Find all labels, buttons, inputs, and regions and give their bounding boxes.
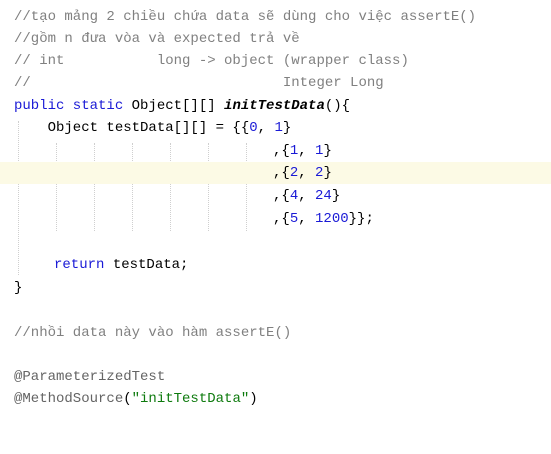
code-editor[interactable]: //tạo mảng 2 chiều chứa data sẽ dùng cho… <box>0 0 551 410</box>
comment: // Integer Long <box>14 75 384 91</box>
paren-close: ) <box>249 391 258 407</box>
method-signature: public static Object[][] initTestData(){ <box>14 95 350 117</box>
string-literal: "initTestData" <box>131 391 250 407</box>
code-line[interactable]: @MethodSource("initTestData") <box>0 388 551 410</box>
code-line[interactable]: //gồm n đưa vòa và expected trả về <box>0 28 551 50</box>
row-close: } <box>282 120 292 136</box>
array-declaration: Object testData[][] = {{0, 1} <box>14 117 292 139</box>
code-line[interactable]: // int long -> object (wrapper class) <box>0 50 551 72</box>
annotation-parameterized-test: @ParameterizedTest <box>14 369 166 385</box>
code-line[interactable]: ,{5, 1200}}; <box>0 208 551 230</box>
array-row: ,{5, 1200}}; <box>273 208 374 230</box>
number-literal: 24 <box>315 188 332 204</box>
closing-brace: } <box>14 280 23 296</box>
array-close: }}; <box>348 211 374 227</box>
annotation-method-source: @MethodSource("initTestData") <box>14 388 258 410</box>
number-literal: 4 <box>289 188 299 204</box>
row-close: } <box>323 165 332 181</box>
number-literal: 2 <box>289 165 299 181</box>
row-open: ,{ <box>273 165 290 181</box>
number-literal: 1 <box>274 120 283 136</box>
row-open: ,{ <box>273 143 290 159</box>
array-row: ,{4, 24} <box>273 185 340 207</box>
return-statement: return testData; <box>54 254 188 276</box>
comment: //nhồi data này vào hàm assertE() <box>14 325 292 341</box>
code-line[interactable]: } <box>0 277 551 299</box>
array-row: ,{1, 1} <box>273 140 332 162</box>
return-type: Object[][] <box>123 98 225 114</box>
declaration-prefix: Object testData[][] = {{ <box>14 120 250 136</box>
row-close: } <box>331 188 341 204</box>
comment: // int long -> object (wrapper class) <box>14 53 409 69</box>
code-line[interactable]: ,{1, 1} <box>0 140 551 162</box>
row-close: } <box>323 143 332 159</box>
method-params-open-brace: (){ <box>324 98 351 114</box>
row-open: ,{ <box>273 188 290 204</box>
comment: //tạo mảng 2 chiều chứa data sẽ dùng cho… <box>14 9 477 25</box>
number-literal: 5 <box>289 211 299 227</box>
keyword-return: return <box>54 257 105 273</box>
method-name: initTestData <box>224 98 325 114</box>
array-row: ,{2, 2} <box>273 162 332 184</box>
code-line[interactable]: Object testData[][] = {{0, 1} <box>0 117 551 139</box>
row-open: ,{ <box>273 211 290 227</box>
number-literal: 1200 <box>315 211 349 227</box>
keyword-public-static: public static <box>14 98 124 114</box>
separator: , <box>298 165 316 181</box>
code-line[interactable]: @ParameterizedTest <box>0 366 551 388</box>
separator: , <box>257 120 275 136</box>
separator: , <box>298 143 316 159</box>
code-line[interactable]: public static Object[][] initTestData(){ <box>0 95 551 117</box>
code-line[interactable]: ,{4, 24} <box>0 185 551 207</box>
code-line[interactable]: return testData; <box>0 254 551 276</box>
separator: , <box>298 211 316 227</box>
number-literal: 1 <box>289 143 299 159</box>
return-value: testData; <box>104 257 189 273</box>
annotation-name: @MethodSource <box>14 391 124 407</box>
current-line[interactable]: ,{2, 2} <box>0 162 551 184</box>
code-line[interactable]: //tạo mảng 2 chiều chứa data sẽ dùng cho… <box>0 6 551 28</box>
number-literal: 0 <box>249 120 258 136</box>
separator: , <box>298 188 316 204</box>
code-line[interactable]: //nhồi data này vào hàm assertE() <box>0 322 551 344</box>
comment: //gồm n đưa vòa và expected trả về <box>14 31 300 47</box>
paren-open: ( <box>123 391 132 407</box>
code-line[interactable]: // Integer Long <box>0 72 551 94</box>
